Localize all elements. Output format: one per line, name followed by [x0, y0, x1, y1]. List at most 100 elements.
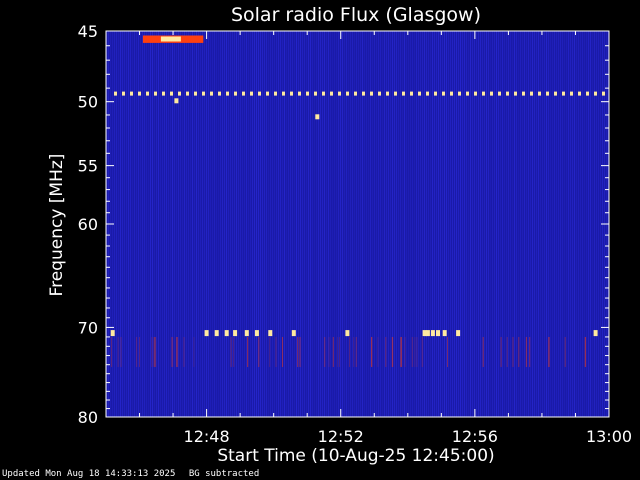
noise-column [122, 31, 123, 417]
noise-streak [183, 337, 185, 367]
noise-column [132, 31, 133, 417]
noise-column [150, 31, 151, 417]
interference-dot [266, 91, 269, 96]
noise-column [364, 31, 365, 417]
noise-column [218, 31, 219, 417]
noise-streak [117, 337, 119, 367]
noise-column [468, 31, 469, 417]
band-70-spike [244, 330, 249, 337]
interference-dot [322, 91, 325, 96]
noise-column [296, 31, 297, 417]
noise-column [302, 31, 303, 417]
noise-column [204, 31, 205, 417]
noise-column [216, 31, 217, 417]
noise-column [502, 31, 503, 417]
noise-streak [337, 337, 339, 367]
noise-column [480, 31, 481, 417]
noise-column [420, 31, 421, 417]
noise-column [464, 31, 465, 417]
noise-column [476, 31, 477, 417]
noise-column [360, 31, 361, 417]
noise-column [210, 31, 211, 417]
noise-column [226, 31, 227, 417]
noise-streak [139, 337, 140, 367]
noise-column [366, 31, 367, 417]
interference-dot [570, 91, 573, 96]
noise-column [576, 31, 577, 417]
noise-column [570, 31, 571, 417]
noise-column [214, 31, 215, 417]
noise-column [280, 31, 281, 417]
noise-column [402, 31, 403, 417]
noise-column [478, 31, 479, 417]
noise-column [550, 31, 551, 417]
noise-column [212, 31, 213, 417]
noise-column [586, 31, 587, 417]
noise-column [568, 31, 569, 417]
interference-dot [586, 91, 589, 96]
noise-column [144, 31, 145, 417]
interference-dot [162, 91, 165, 96]
noise-column [408, 31, 409, 417]
noise-streak [392, 337, 394, 367]
noise-streak [111, 337, 113, 367]
burst-core-hot [160, 36, 181, 42]
interference-dot [218, 91, 221, 96]
noise-column [138, 31, 139, 417]
noise-column [268, 31, 269, 417]
interference-dot [578, 91, 581, 96]
interference-dot [546, 91, 549, 96]
noise-column [344, 31, 345, 417]
noise-column [316, 31, 317, 417]
x-axis-label: Start Time (10-Aug-25 12:45:00) [217, 446, 494, 466]
noise-column [220, 31, 221, 417]
noise-column [334, 31, 335, 417]
interference-dot [282, 91, 285, 96]
noise-column [438, 31, 439, 417]
noise-streak [512, 337, 514, 367]
x-tick-label: 12:52 [318, 427, 364, 446]
interference-dot [178, 91, 181, 96]
noise-column [254, 31, 255, 417]
noise-column [454, 31, 455, 417]
interference-dot [554, 91, 557, 96]
noise-streak [275, 337, 277, 367]
noise-column [572, 31, 573, 417]
noise-streak [177, 337, 179, 367]
noise-column [492, 31, 493, 417]
interference-dot [562, 91, 565, 96]
noise-column [498, 31, 499, 417]
interference-dot [330, 91, 333, 96]
noise-column [554, 31, 555, 417]
noise-column [278, 31, 279, 417]
noise-streak [506, 337, 508, 367]
noise-streak [525, 337, 527, 367]
noise-column [192, 31, 193, 417]
noise-streak [332, 337, 334, 367]
interference-dot [402, 91, 405, 96]
noise-column [286, 31, 287, 417]
noise-column [598, 31, 599, 417]
noise-column [346, 31, 347, 417]
noise-column [272, 31, 273, 417]
noise-column [208, 31, 209, 417]
noise-column [522, 31, 523, 417]
interference-dot [226, 91, 229, 96]
interference-dot [530, 91, 533, 96]
noise-column [232, 31, 233, 417]
band-70-spike [430, 330, 435, 337]
noise-column [140, 31, 141, 417]
noise-column [308, 31, 309, 417]
interference-dot [122, 91, 125, 96]
noise-column [396, 31, 397, 417]
interference-dot [538, 91, 541, 96]
noise-column [262, 31, 263, 417]
noise-column [472, 31, 473, 417]
noise-column [544, 31, 545, 417]
noise-column [370, 31, 371, 417]
band-70-spike [224, 330, 229, 337]
band-70-spike [214, 330, 219, 337]
band-70-spike [291, 330, 296, 337]
noise-streak [411, 337, 413, 367]
noise-column [338, 31, 339, 417]
